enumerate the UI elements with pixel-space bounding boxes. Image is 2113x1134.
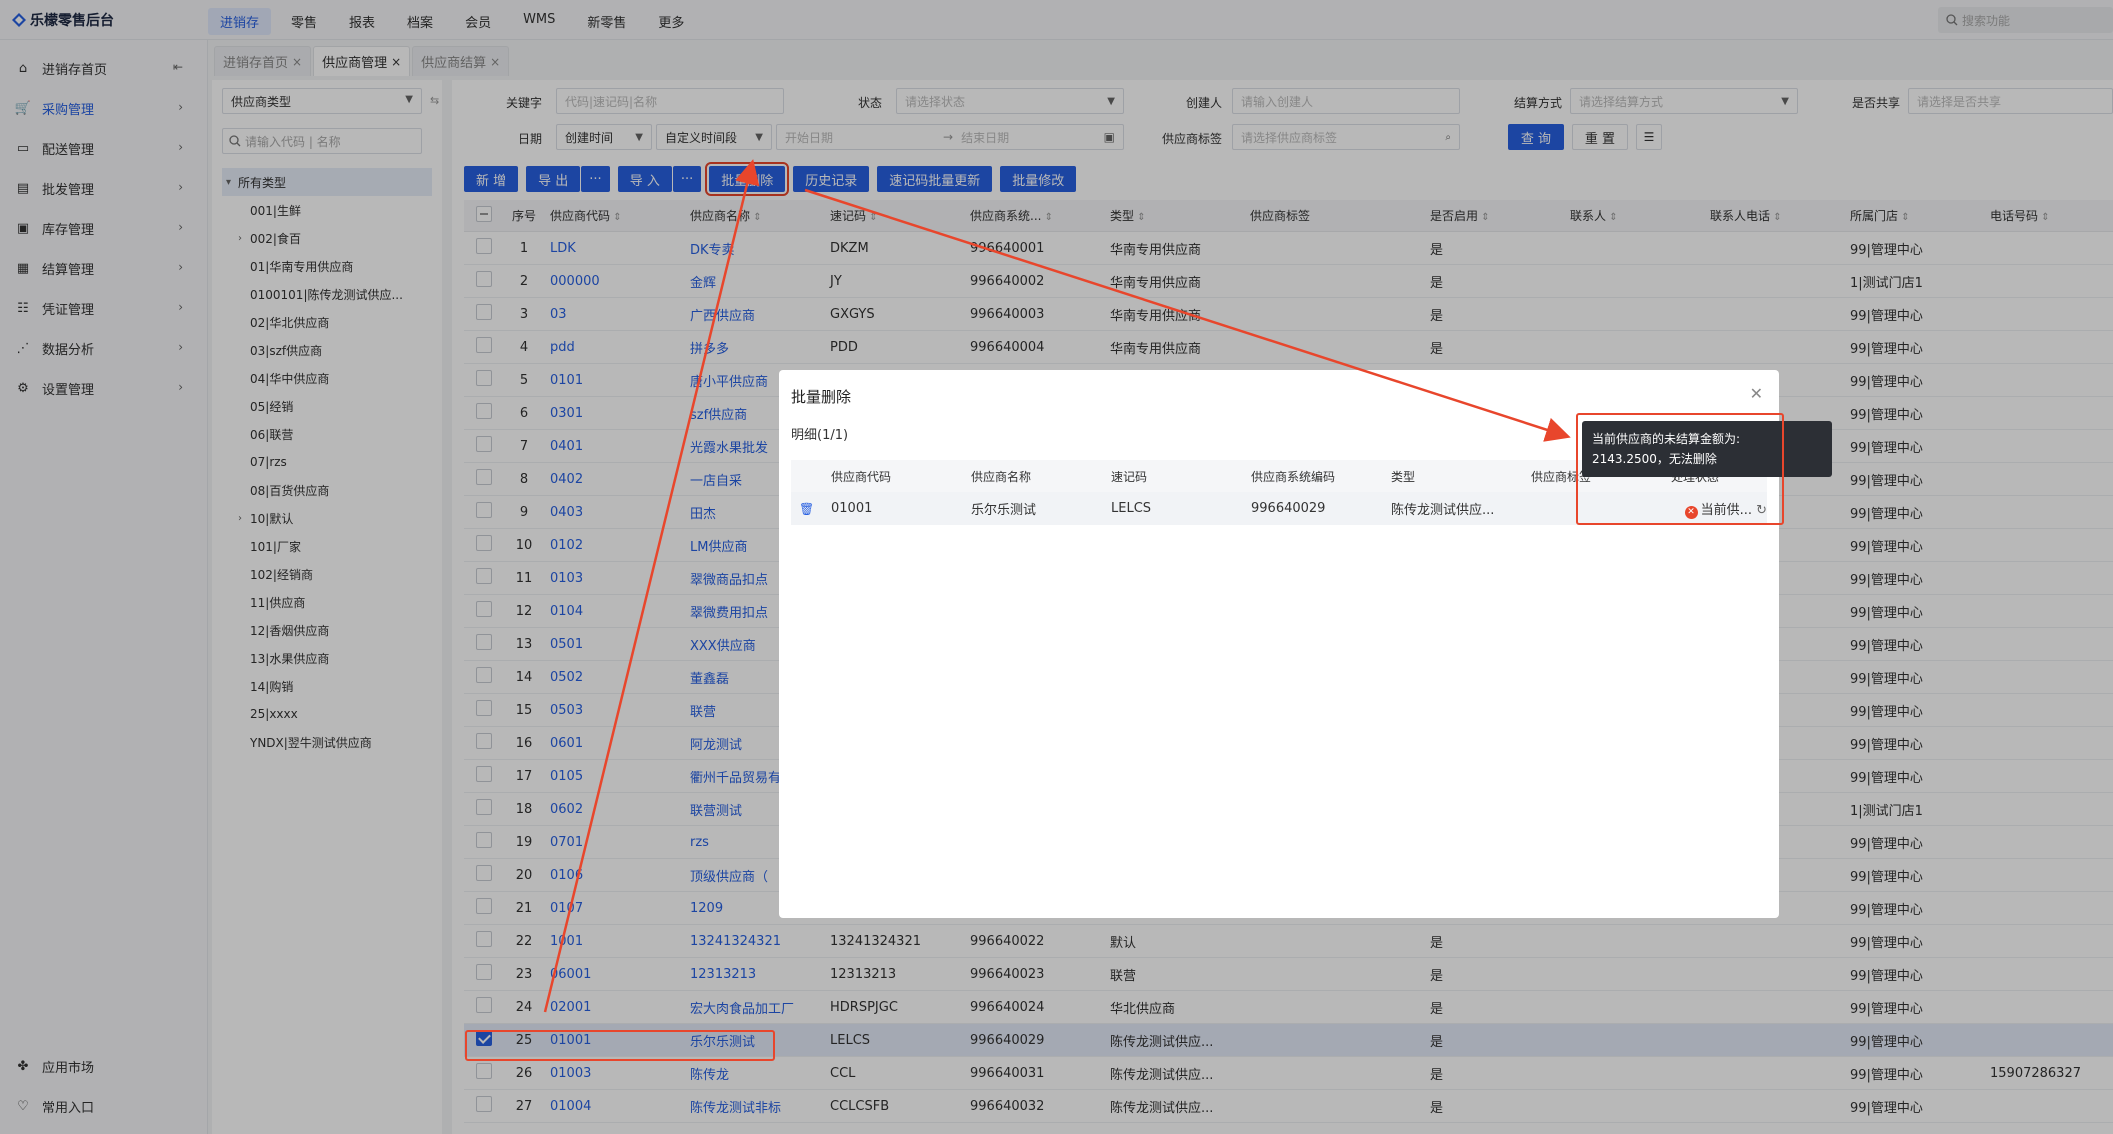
annotation-box-selected-row: [465, 1030, 775, 1061]
delete-icon[interactable]: 🗑: [791, 502, 821, 516]
modal-table-cell: LELCS: [1111, 501, 1152, 516]
modal-column-header: 速记码: [1111, 469, 1148, 484]
close-icon[interactable]: ✕: [1750, 384, 1763, 403]
modal-column-header: 类型: [1391, 469, 1416, 484]
modal-table-cell: 乐尔乐测试: [971, 503, 1037, 518]
modal-column-header: 供应商代码: [831, 469, 892, 484]
modal-title: 批量删除: [791, 388, 852, 406]
annotation-box-status: [1576, 413, 1784, 525]
modal-column-header: 供应商名称: [971, 469, 1032, 484]
modal-table-cell: 01001: [831, 501, 873, 516]
modal-column-header: 供应商系统编码: [1251, 469, 1336, 484]
modal-table-cell: 陈传龙测试供应...: [1391, 503, 1495, 518]
modal-table-cell: 996640029: [1251, 501, 1326, 516]
modal-detail-count: 明细(1/1): [791, 428, 849, 443]
